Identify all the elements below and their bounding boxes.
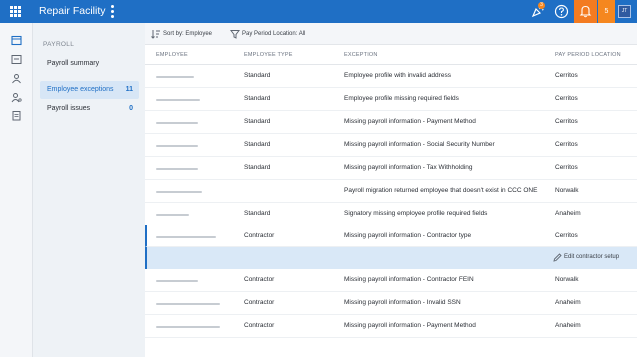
employee-name-redacted [156,99,200,101]
subnav-item-payroll-summary[interactable]: Payroll summary [40,55,139,73]
reports-icon[interactable] [11,110,22,121]
employee-type-cell: Standard [244,210,271,217]
payroll-subnav: PAYROLL Payroll summary Employee excepti… [33,23,145,357]
subnav-item-count: 0 [129,105,133,112]
location-cell: Cerritos [555,72,578,79]
filter-label: Pay Period Location: All [242,31,306,37]
table-row[interactable]: Payroll migration returned employee that… [145,180,637,203]
top-bar: Repair Facility 3 5 JT [0,0,637,23]
help-icon[interactable] [554,4,569,19]
location-cell: Anaheim [555,210,581,217]
exception-cell: Missing payroll information - Payment Me… [344,118,476,125]
calendar-icon[interactable] [11,54,22,65]
filter-icon [230,30,240,39]
employee-type-cell: Standard [244,118,271,125]
user-avatar[interactable]: JT [618,5,631,18]
employee-name-redacted [156,280,198,282]
employee-name-redacted [156,76,194,78]
sort-label: Sort by: Employee [163,31,213,37]
employees-icon[interactable] [11,73,22,84]
employee-type-cell: Contractor [244,276,275,283]
employee-name-redacted [156,303,220,305]
notification-count: 5 [598,0,615,23]
exception-cell: Missing payroll information - Invalid SS… [344,299,461,306]
table-row[interactable]: Contractor Missing payroll information -… [145,292,637,315]
exception-cell: Missing payroll information - Contractor… [344,276,474,283]
subnav-item-label: Payroll issues [47,105,91,112]
employee-name-redacted [156,191,202,193]
employee-name-redacted [156,168,198,170]
subnav-item-employee-exceptions[interactable]: Employee exceptions 11 [40,81,139,99]
subnav-item-count: 11 [125,86,133,93]
people-settings-icon[interactable] [11,92,22,103]
table-toolbar: Sort by: Employee Pay Period Location: A… [145,23,637,45]
more-options-icon[interactable] [111,5,115,18]
exception-cell: Signatory missing employee profile requi… [344,210,488,217]
pencil-icon [553,253,562,262]
bell-icon [579,5,592,18]
employee-type-cell: Standard [244,141,271,148]
employee-type-cell: Standard [244,164,271,171]
employee-type-cell: Contractor [244,299,275,306]
notifications-button[interactable] [574,0,597,23]
table-row-selected[interactable]: Contractor Missing payroll information -… [145,225,637,247]
location-cell: Cerritos [555,95,578,102]
edit-contractor-setup-label: Edit contractor setup [564,254,620,260]
table-row[interactable]: Standard Signatory missing employee prof… [145,203,637,226]
column-header-exception[interactable]: EXCEPTION [344,52,378,58]
employee-name-redacted [156,145,198,147]
subnav-heading: PAYROLL [43,41,75,48]
payroll-icon[interactable] [11,35,22,46]
table-header: EMPLOYEE EMPLOYEE TYPE EXCEPTION PAY PER… [145,45,637,65]
table-row[interactable]: Standard Missing payroll information - T… [145,157,637,180]
location-cell: Cerritos [555,118,578,125]
app-title: Repair Facility [39,5,106,17]
column-header-employee[interactable]: EMPLOYEE [156,52,188,58]
employee-type-cell: Contractor [244,232,275,239]
location-cell: Anaheim [555,299,581,306]
employee-name-redacted [156,236,216,238]
table-row[interactable]: Contractor Missing payroll information -… [145,315,637,338]
employee-type-cell: Standard [244,95,271,102]
location-cell: Cerritos [555,164,578,171]
location-cell: Cerritos [555,232,578,239]
whats-new-badge: 3 [538,2,545,9]
location-cell: Anaheim [555,322,581,329]
main-content: Sort by: Employee Pay Period Location: A… [145,23,637,357]
subnav-item-label: Payroll summary [47,60,100,67]
location-cell: Cerritos [555,141,578,148]
subnav-item-payroll-issues[interactable]: Payroll issues 0 [40,100,139,118]
employee-type-cell: Standard [244,72,271,79]
column-header-employee-type[interactable]: EMPLOYEE TYPE [244,52,293,58]
filter-control[interactable]: Pay Period Location: All [230,29,320,39]
location-cell: Norwalk [555,276,579,283]
employee-name-redacted [156,326,220,328]
app-launcher-icon[interactable] [10,6,21,17]
table-row[interactable]: Standard Missing payroll information - S… [145,134,637,157]
exception-cell: Missing payroll information - Contractor… [344,232,472,239]
row-action-bar: Edit contractor setup [145,247,637,269]
subnav-item-label: Employee exceptions [47,86,114,93]
exception-cell: Missing payroll information - Social Sec… [344,141,495,148]
employee-name-redacted [156,214,189,216]
exception-cell: Employee profile missing required fields [344,95,459,102]
table-row[interactable]: Standard Employee profile with invalid a… [145,65,637,88]
table-row[interactable]: Standard Missing payroll information - P… [145,111,637,134]
exception-cell: Missing payroll information - Tax Withho… [344,164,473,171]
employee-type-cell: Contractor [244,322,275,329]
icon-rail [0,23,33,357]
sort-control[interactable]: Sort by: Employee [151,29,221,39]
table-row[interactable]: Contractor Missing payroll information -… [145,269,637,292]
exception-cell: Payroll migration returned employee that… [344,187,538,194]
employee-name-redacted [156,122,198,124]
location-cell: Norwalk [555,187,579,194]
exception-cell: Employee profile with invalid address [344,72,451,79]
column-header-pay-period-location[interactable]: PAY PERIOD LOCATION [555,52,621,58]
sort-icon [151,30,160,39]
edit-contractor-setup-link[interactable]: Edit contractor setup [553,253,627,263]
table-row[interactable]: Standard Employee profile missing requir… [145,88,637,111]
exception-cell: Missing payroll information - Payment Me… [344,322,476,329]
